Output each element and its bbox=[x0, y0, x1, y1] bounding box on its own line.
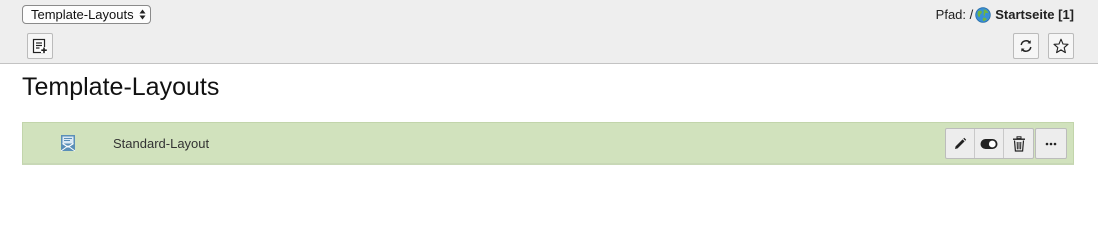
reload-icon bbox=[1020, 40, 1032, 52]
template-layout-icon bbox=[60, 135, 76, 152]
edit-button[interactable] bbox=[946, 129, 975, 158]
delete-button[interactable] bbox=[1004, 129, 1033, 158]
page-title-link[interactable]: Startseite [1] bbox=[995, 7, 1074, 23]
reload-button[interactable] bbox=[1013, 33, 1039, 59]
new-record-button[interactable] bbox=[27, 33, 53, 59]
edit-icon bbox=[955, 137, 967, 149]
more-icon bbox=[1045, 142, 1057, 145]
layout-name[interactable]: Standard-Layout bbox=[113, 136, 209, 152]
bookmark-button[interactable] bbox=[1048, 33, 1074, 59]
path-label: Pfad: / bbox=[935, 7, 974, 22]
row-actions bbox=[945, 128, 1034, 159]
toggle-visibility-button[interactable] bbox=[975, 129, 1004, 158]
module-select-value: Template-Layouts bbox=[31, 7, 134, 22]
new-record-icon bbox=[32, 38, 47, 54]
page-path: Pfad: / Startseite [1] bbox=[936, 7, 1074, 23]
toggle-icon bbox=[980, 138, 998, 149]
delete-icon bbox=[1012, 135, 1025, 152]
layout-row[interactable]: Standard-Layout bbox=[22, 122, 1074, 165]
module-select[interactable]: Template-Layouts bbox=[22, 5, 151, 24]
page-title: Template-Layouts bbox=[22, 73, 220, 101]
doc-header: Template-Layouts Pfad: / Startseite [1] bbox=[0, 0, 1098, 64]
select-arrows-icon bbox=[139, 9, 146, 20]
star-icon bbox=[1053, 38, 1069, 54]
globe-icon bbox=[975, 7, 991, 23]
more-actions-button[interactable] bbox=[1035, 128, 1067, 159]
